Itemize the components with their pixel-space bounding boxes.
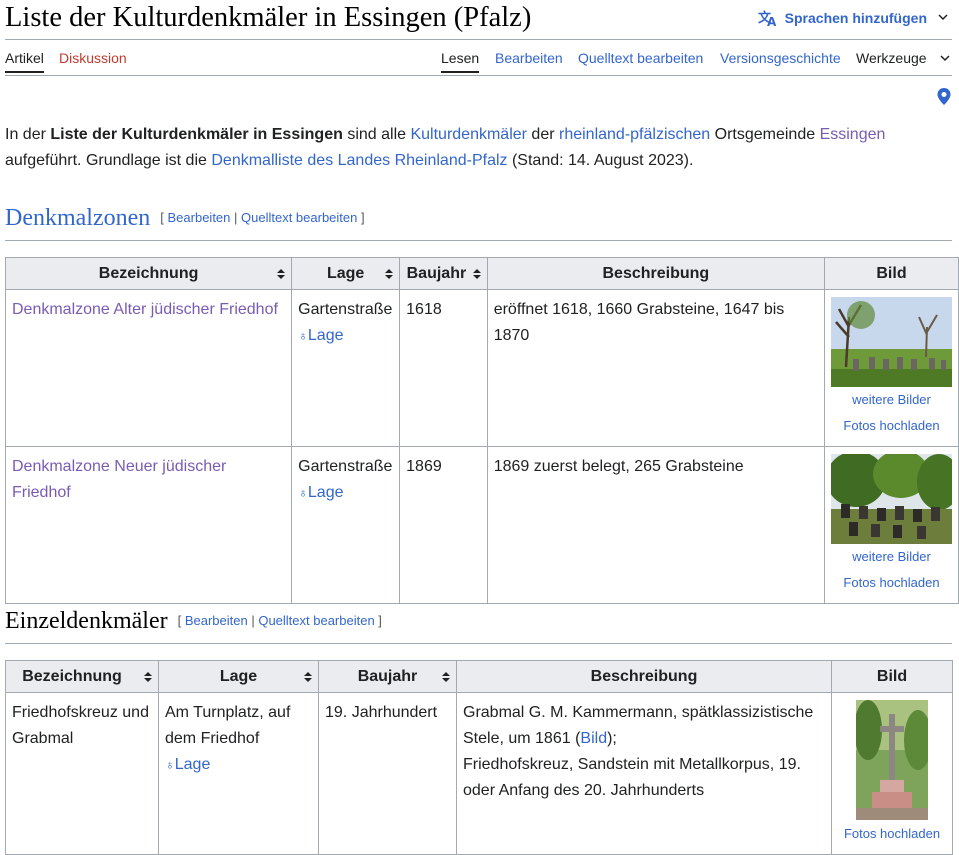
title-divider (5, 39, 952, 40)
section-heading-denkmalzonen: Denkmalzonen [ Bearbeiten | Quelltext bea… (5, 205, 365, 232)
globe-icon: ♁ (165, 757, 175, 772)
tab-diskussion[interactable]: Diskussion (59, 50, 127, 66)
tab-bearbeiten[interactable]: Bearbeiten (495, 50, 563, 66)
edit-source-link[interactable]: Quelltext bearbeiten (241, 210, 357, 225)
tab-quelltext[interactable]: Quelltext bearbeiten (578, 50, 703, 66)
location-link[interactable]: ♁Lage (165, 752, 312, 778)
section-divider (5, 643, 952, 644)
grave-cross-photo[interactable] (856, 700, 928, 820)
chevron-down-icon (938, 14, 948, 21)
globe-icon: ♁ (298, 485, 308, 500)
location-link[interactable]: ♁Lage (298, 480, 393, 506)
globe-icon: ♁ (298, 328, 308, 343)
page-title: Liste der Kulturdenkmäler in Essingen (P… (5, 2, 532, 33)
year-cell: 1869 (399, 446, 488, 604)
intro-text: der (526, 126, 559, 143)
cemetery-photo[interactable] (830, 454, 952, 544)
map-pin-icon[interactable] (937, 88, 951, 106)
link-kulturdenkmaeler[interactable]: Kulturdenkmäler (410, 126, 527, 143)
description-cell: 1869 zuerst belegt, 265 Grabsteine (486, 446, 825, 604)
column-header-baujahr[interactable]: Baujahr (318, 660, 457, 693)
intro-text: Ortsgemeinde (710, 126, 820, 143)
street-text: Gartenstraße (298, 458, 393, 475)
monument-name-cell: Friedhofskreuz und Grabmal (5, 692, 159, 855)
more-images-link[interactable]: weitere Bilder (852, 549, 931, 564)
monument-name-link[interactable]: Denkmalzone Neuer jüdischer Friedhof (12, 458, 226, 501)
column-header-bezeichnung[interactable]: Bezeichnung (5, 660, 159, 693)
column-header-lage[interactable]: Lage (158, 660, 319, 693)
section-heading-einzeldenkmaeler: Einzeldenkmäler [ Bearbeiten | Quelltext … (5, 608, 382, 635)
upload-photos-link[interactable]: Fotos hochladen (844, 826, 940, 841)
denkmalzonen-table: Bezeichnung Lage Baujahr Beschreibung Bi… (4, 257, 959, 604)
tab-artikel[interactable]: Artikel (5, 50, 44, 73)
edit-section-link[interactable]: Bearbeiten (168, 210, 231, 225)
tab-versionsgeschichte[interactable]: Versionsgeschichte (720, 50, 841, 66)
column-header-bild: Bild (823, 257, 959, 290)
section-divider (5, 240, 952, 241)
link-essingen[interactable]: Essingen (820, 126, 886, 143)
cemetery-photo[interactable] (830, 297, 952, 387)
link-denkmalliste[interactable]: Denkmalliste des Landes Rheinland-Pfalz (211, 152, 507, 169)
intro-text: sind alle (342, 126, 411, 143)
intro-text: aufgeführt. Grundlage ist die (5, 152, 212, 169)
sort-icon[interactable] (144, 672, 152, 682)
table-row: Denkmalzone Neuer jüdischer Friedhof Gar… (4, 446, 959, 604)
sort-icon[interactable] (472, 269, 481, 279)
more-images-link[interactable]: weitere Bilder (852, 392, 931, 407)
intro-paragraph: In der Liste der Kulturdenkmäler in Essi… (5, 122, 950, 174)
intro-bold: Liste der Kulturdenkmäler in Essingen (50, 126, 343, 143)
description-cell: Grabmal G. M. Kammermann, spätklassizist… (456, 692, 832, 855)
column-header-beschreibung: Beschreibung (486, 257, 825, 290)
edit-source-link[interactable]: Quelltext bearbeiten (258, 613, 374, 628)
upload-photos-link[interactable]: Fotos hochladen (843, 575, 939, 590)
sort-icon[interactable] (304, 672, 312, 682)
monument-name-link[interactable]: Denkmalzone Alter jüdischer Friedhof (12, 301, 278, 318)
add-languages-label: Sprachen hinzufügen (784, 10, 927, 26)
upload-photos-link[interactable]: Fotos hochladen (843, 418, 939, 433)
table-row: Denkmalzone Alter jüdischer Friedhof Gar… (4, 289, 959, 447)
section-edit-links: [ Bearbeiten | Quelltext bearbeiten ] (160, 210, 365, 225)
page-header: Liste der Kulturdenkmäler in Essingen (P… (5, 0, 952, 40)
location-link[interactable]: ♁Lage (298, 323, 393, 349)
year-cell: 19. Jahrhundert (318, 692, 457, 855)
tab-lesen[interactable]: Lesen (441, 50, 480, 73)
translate-icon: 文A (758, 10, 777, 27)
chevron-down-icon[interactable] (938, 53, 952, 63)
sort-icon[interactable] (385, 269, 394, 279)
section-title: Denkmalzonen (5, 205, 151, 231)
intro-text: In der (5, 126, 51, 143)
table-row: Friedhofskreuz und Grabmal Am Turnplatz,… (5, 692, 953, 855)
tab-werkzeuge[interactable]: Werkzeuge (856, 50, 927, 66)
description-cell: eröffnet 1618, 1660 Grabsteine, 1647 bis… (486, 289, 825, 447)
street-text: Am Turnplatz, auf dem Friedhof (165, 704, 291, 747)
year-cell: 1618 (399, 289, 488, 447)
edit-section-link[interactable]: Bearbeiten (185, 613, 248, 628)
column-header-bild: Bild (831, 660, 953, 693)
column-header-bezeichnung[interactable]: Bezeichnung (4, 257, 293, 290)
section-edit-links: [ Bearbeiten | Quelltext bearbeiten ] (177, 613, 382, 628)
column-header-lage[interactable]: Lage (291, 257, 401, 290)
street-text: Gartenstraße (298, 301, 393, 318)
sort-icon[interactable] (277, 269, 286, 279)
sort-icon[interactable] (442, 672, 450, 682)
add-languages-button[interactable]: 文A Sprachen hinzufügen (758, 9, 952, 27)
einzeldenkmaeler-table: Bezeichnung Lage Baujahr Beschreibung Bi… (5, 660, 953, 855)
column-header-baujahr[interactable]: Baujahr (399, 257, 488, 290)
svg-text:A: A (767, 15, 777, 27)
tabs-divider (5, 75, 952, 76)
page-tabs: Artikel Diskussion Lesen Bearbeiten Quel… (5, 47, 952, 75)
section-title: Einzeldenkmäler (5, 608, 168, 634)
intro-text: (Stand: 14. August 2023). (507, 152, 694, 169)
column-header-beschreibung: Beschreibung (456, 660, 832, 693)
link-rheinland-pfaelzisch[interactable]: rheinland-pfälzischen (559, 126, 710, 143)
image-link[interactable]: Bild (580, 730, 607, 747)
